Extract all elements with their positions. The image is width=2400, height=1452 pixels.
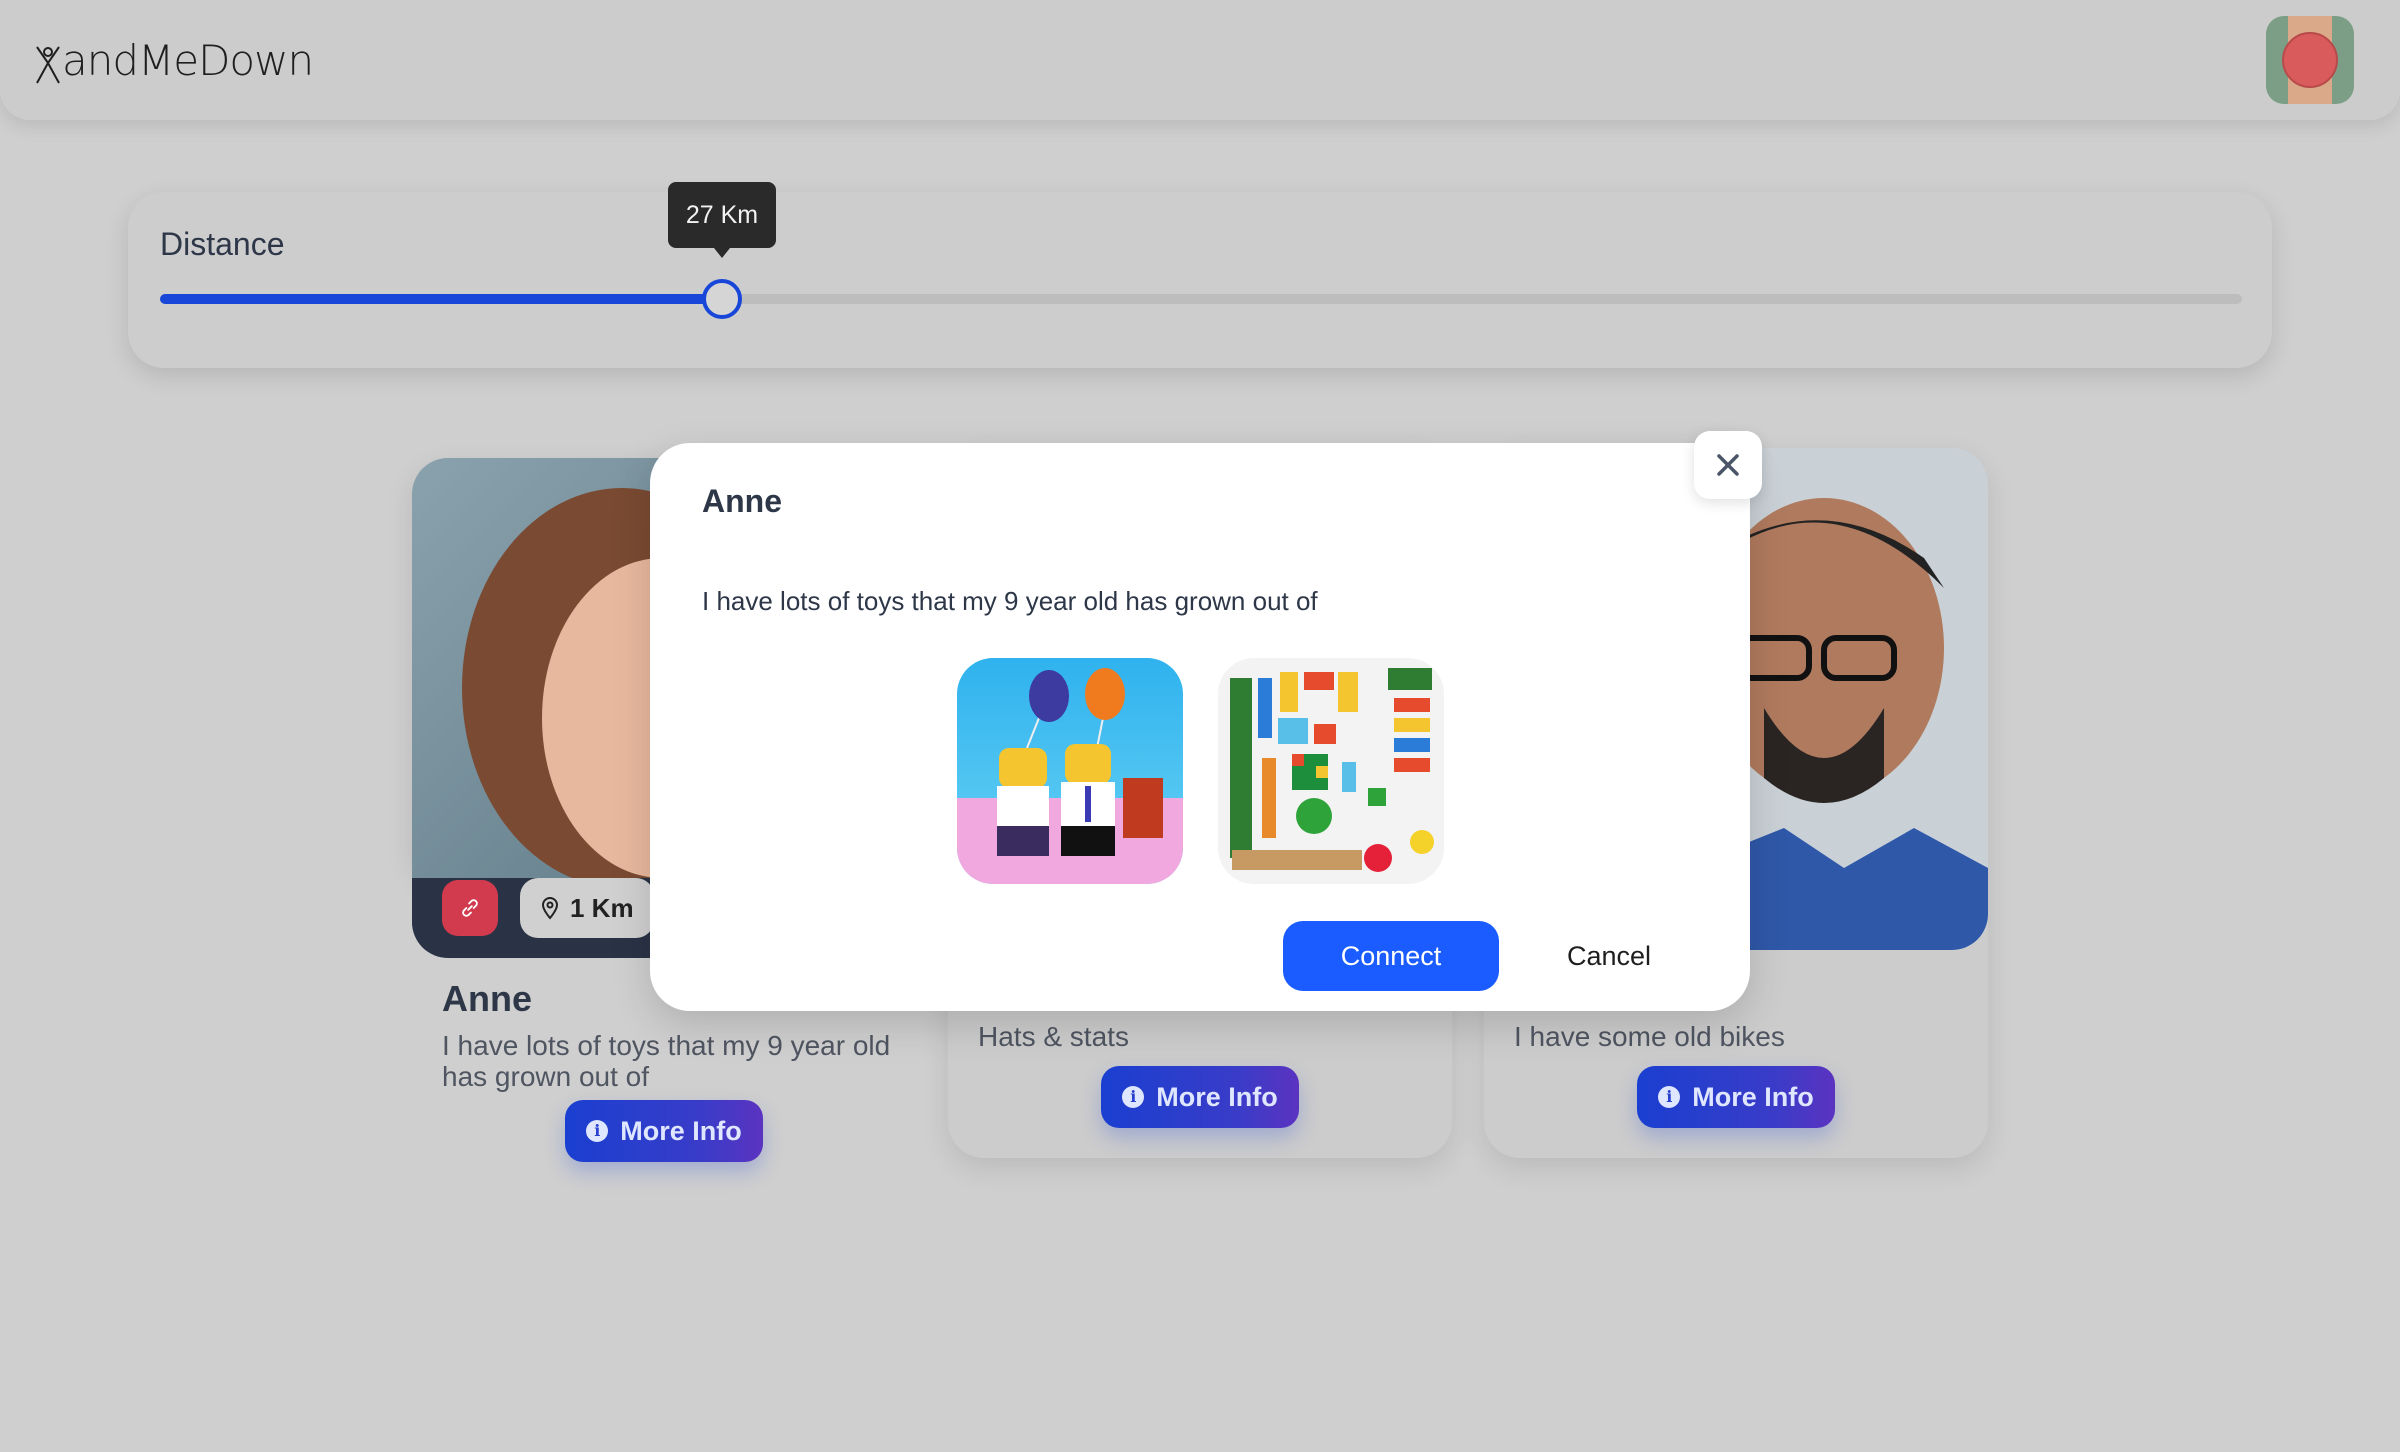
link-badge[interactable] (442, 880, 498, 936)
more-info-button[interactable]: i More Info (1637, 1066, 1835, 1128)
more-info-button[interactable]: i More Info (1101, 1066, 1299, 1128)
logo-text: andMeDown (62, 36, 314, 85)
cancel-button[interactable]: Cancel (1550, 921, 1668, 991)
distance-badge-text: 1 Km (570, 892, 634, 923)
avatar-circle-icon (2282, 32, 2338, 88)
location-pin-icon (541, 897, 559, 920)
distance-slider-thumb[interactable] (702, 279, 742, 319)
assorted-toys-flatlay-graphic (1218, 658, 1444, 884)
modal-close-button[interactable] (1694, 431, 1762, 499)
more-info-button[interactable]: i More Info (565, 1100, 763, 1162)
distance-badge: 1 Km (520, 878, 654, 938)
top-bar: andMeDown (0, 0, 2400, 120)
more-info-label: More Info (1156, 1081, 1278, 1112)
info-icon: i (586, 1120, 609, 1142)
info-icon: i (1122, 1086, 1145, 1108)
logo-figure-icon (36, 46, 60, 84)
card-description: I have some old bikes (1514, 1021, 1785, 1052)
lego-party-figures-image[interactable] (957, 658, 1183, 884)
profile-detail-modal: Anne I have lots of toys that my 9 year … (650, 443, 1750, 1011)
distance-value-tooltip: 27 Km (668, 182, 776, 258)
modal-title: Anne (702, 483, 782, 519)
connect-button[interactable]: Connect (1283, 921, 1499, 991)
distance-label: Distance (160, 226, 285, 262)
modal-description: I have lots of toys that my 9 year old h… (702, 586, 1318, 616)
card-description: I have lots of toys that my 9 year old h… (442, 1030, 891, 1092)
info-icon: i (1658, 1086, 1681, 1108)
link-icon (462, 899, 478, 917)
more-info-label: More Info (620, 1115, 742, 1146)
close-icon (1717, 454, 1739, 476)
assorted-toys-flatlay-image[interactable] (1218, 658, 1444, 884)
distance-slider-track[interactable]: 27 Km (160, 182, 2242, 319)
card-description: Hats & stats (978, 1021, 1129, 1052)
app-logo[interactable]: andMeDown (34, 36, 314, 85)
more-info-label: More Info (1692, 1081, 1814, 1112)
distance-filter: Distance 27 Km (128, 182, 2272, 368)
distance-slider-fill (160, 294, 722, 304)
lego-party-figures-graphic (957, 658, 1183, 884)
user-avatar[interactable] (2266, 16, 2354, 104)
card-name: Anne (442, 978, 532, 1019)
